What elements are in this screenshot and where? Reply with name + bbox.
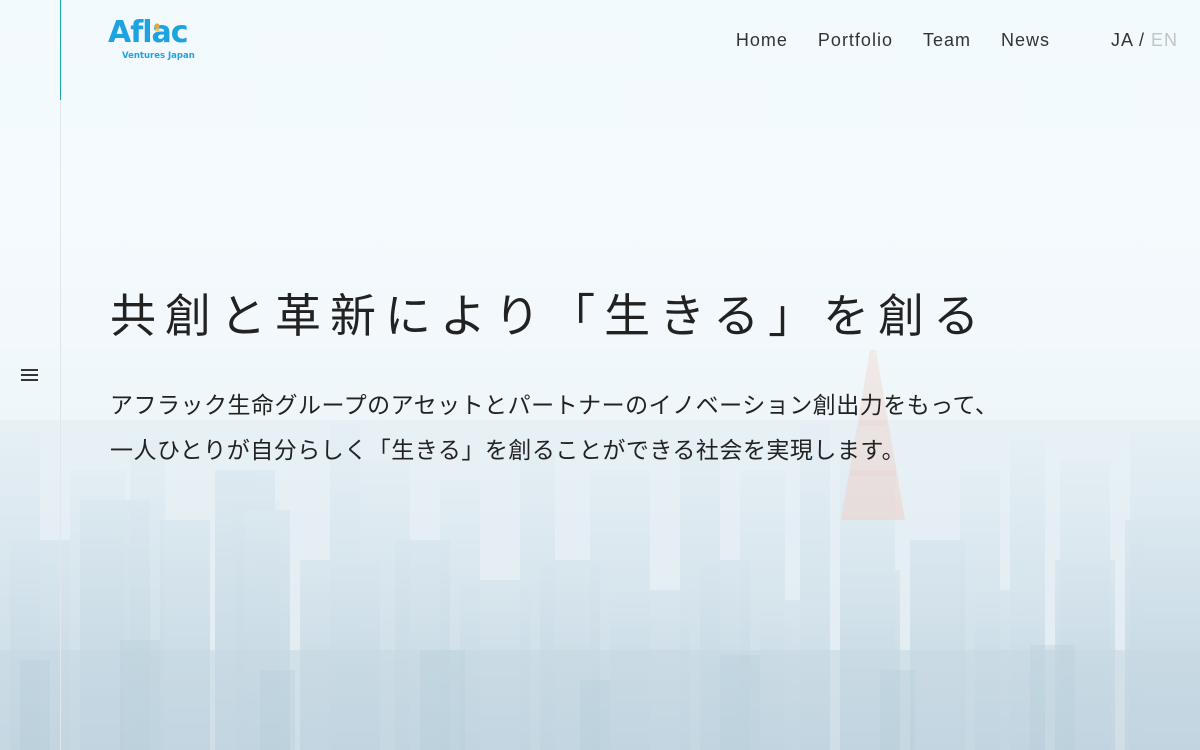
hero-lead-line: 一人ひとりが自分らしく「生きる」を創ることができる社会を実現します。	[110, 438, 906, 464]
lang-separator: /	[1139, 30, 1152, 50]
hamburger-line	[21, 379, 38, 381]
lang-en[interactable]: EN	[1151, 30, 1178, 50]
nav-item-news[interactable]: News	[1001, 28, 1050, 52]
nav-item-team[interactable]: Team	[923, 28, 971, 52]
hero-lead-line: アフラック生命グループのアセットとパートナーのイノベーション創出力をもって、	[110, 393, 999, 419]
main-nav: Home Portfolio Team News	[736, 28, 1050, 52]
logo-subtitle: Ventures Japan	[122, 51, 195, 61]
page: Aflac Ventures Japan Home Portfolio Team…	[0, 0, 1200, 750]
hamburger-line	[21, 374, 38, 376]
duck-icon	[154, 23, 160, 32]
left-rail-divider	[60, 0, 61, 750]
aflac-ventures-logo[interactable]: Aflac Ventures Japan	[108, 14, 218, 66]
hamburger-icon[interactable]	[19, 366, 41, 384]
hamburger-line	[21, 369, 38, 371]
hero-lead: アフラック生命グループのアセットとパートナーのイノベーション創出力をもって、 一…	[110, 384, 998, 474]
hero-title: 共創と革新により「生きる」を創る	[110, 289, 989, 343]
language-switcher: JA / EN	[1111, 28, 1178, 52]
lang-ja[interactable]: JA	[1111, 30, 1133, 50]
nav-item-portfolio[interactable]: Portfolio	[818, 28, 893, 52]
hero-overlay	[0, 0, 1200, 750]
nav-item-home[interactable]: Home	[736, 28, 788, 52]
left-rail-accent	[60, 0, 61, 100]
logo-wordmark: Aflac	[108, 15, 189, 50]
